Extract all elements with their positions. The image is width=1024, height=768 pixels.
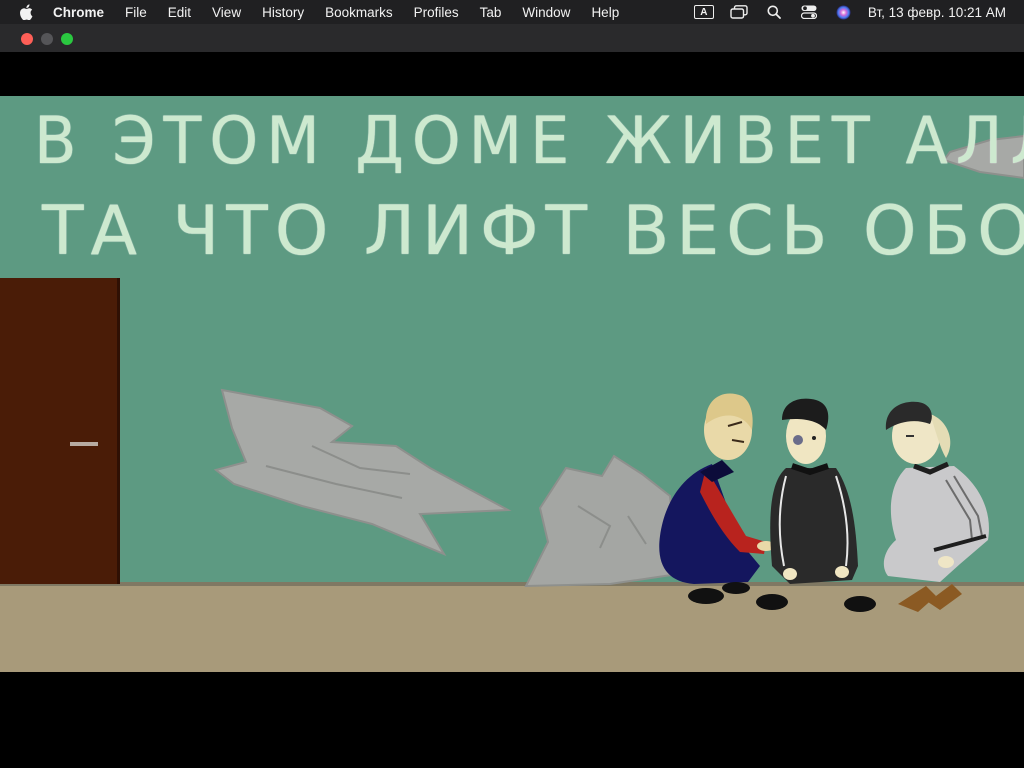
close-window-button[interactable] xyxy=(21,33,33,45)
menu-file[interactable]: File xyxy=(125,5,147,20)
menu-edit[interactable]: Edit xyxy=(168,5,191,20)
graffiti-line-1: В ЭТОМ ДОМЕ ЖИВЕТ АЛЛА xyxy=(34,102,1024,179)
menu-help[interactable]: Help xyxy=(591,5,619,20)
cartoon-scene xyxy=(0,96,1024,672)
window-titlebar[interactable] xyxy=(0,24,1024,52)
menu-bar: Chrome File Edit View History Bookmarks … xyxy=(0,0,1024,24)
menu-window[interactable]: Window xyxy=(522,5,570,20)
menu-history[interactable]: History xyxy=(262,5,304,20)
fullscreen-window-button[interactable] xyxy=(61,33,73,45)
door xyxy=(0,278,120,584)
control-center-icon[interactable] xyxy=(798,3,820,21)
menu-view[interactable]: View xyxy=(212,5,241,20)
siri-icon[interactable] xyxy=(833,3,855,21)
minimize-window-button[interactable] xyxy=(41,33,53,45)
search-icon[interactable] xyxy=(763,3,785,21)
menu-bookmarks[interactable]: Bookmarks xyxy=(325,5,393,20)
graffiti-line-2: ТА ЧТО ЛИФТ ВЕСЬ ОБОСРАЛА xyxy=(42,192,1024,271)
menubar-clock[interactable]: Вт, 13 февр. 10:21 AM xyxy=(868,5,1006,20)
door-handle xyxy=(70,442,98,446)
floor xyxy=(0,584,1024,672)
video-player[interactable]: В ЭТОМ ДОМЕ ЖИВЕТ АЛЛА ТА ЧТО ЛИФТ ВЕСЬ … xyxy=(0,96,1024,672)
menu-app-chrome[interactable]: Chrome xyxy=(53,5,104,20)
stage-manager-icon[interactable] xyxy=(728,3,750,21)
input-source-badge: A xyxy=(693,5,714,19)
input-source-icon[interactable]: A xyxy=(693,3,715,21)
menu-tab[interactable]: Tab xyxy=(480,5,502,20)
menu-profiles[interactable]: Profiles xyxy=(414,5,459,20)
apple-icon[interactable] xyxy=(19,4,33,20)
